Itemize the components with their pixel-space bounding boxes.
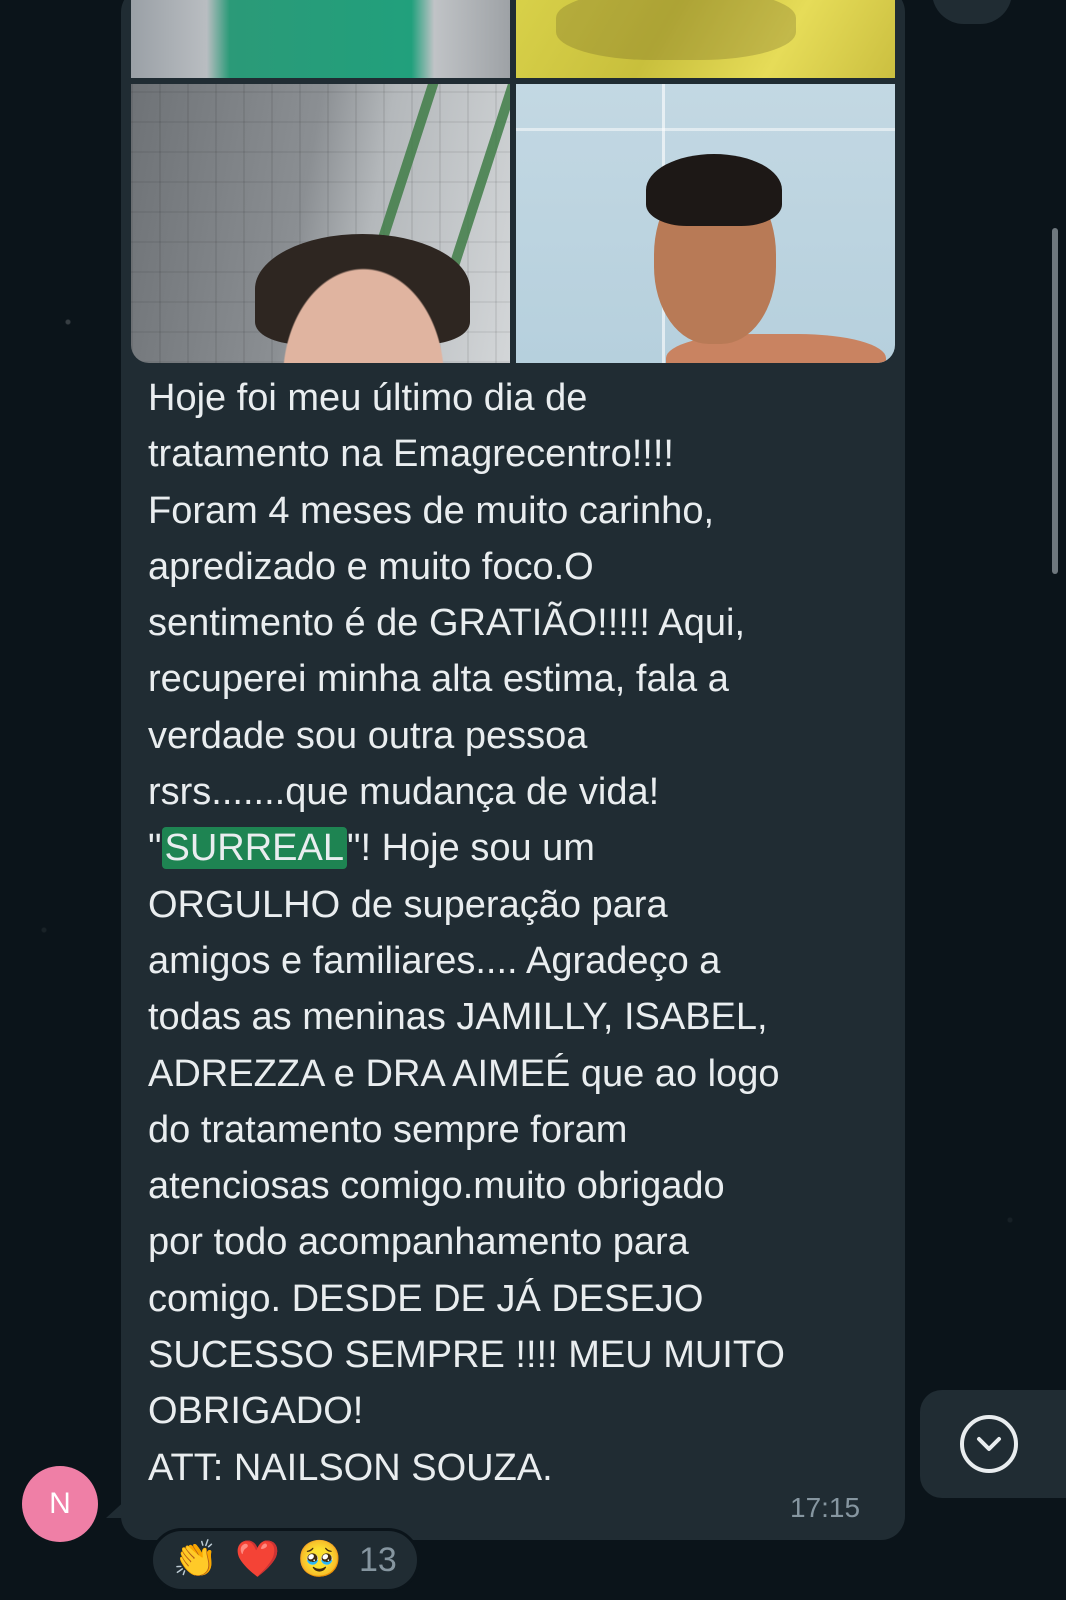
search-highlight: SURREAL	[161, 827, 347, 870]
holding-back-tears-icon: 🥹	[297, 1539, 342, 1580]
reactions-bar[interactable]: 👏 ❤️ 🥹 13	[150, 1528, 420, 1592]
message-timestamp: 17:15	[790, 1492, 861, 1523]
photo-3[interactable]	[131, 84, 510, 363]
message-text-part-1: Hoje foi meu último dia de tratamento na…	[148, 377, 746, 870]
photo-4[interactable]	[516, 84, 895, 363]
scroll-to-bottom-button[interactable]	[920, 1390, 1066, 1498]
photo-1[interactable]	[131, 0, 510, 78]
sender-avatar[interactable]: N	[22, 1466, 98, 1542]
chevron-down-circle-icon	[960, 1415, 1018, 1473]
message-text: Hoje foi meu último dia de tratamento na…	[148, 370, 888, 1496]
clapping-hands-icon: 👏	[173, 1539, 218, 1580]
red-heart-icon: ❤️	[235, 1539, 280, 1580]
photo-2[interactable]	[516, 0, 895, 78]
reaction-count: 13	[359, 1540, 397, 1579]
scrollbar[interactable]	[1052, 228, 1058, 574]
message-text-part-2: "! Hoje sou um ORGULHO de superação para…	[148, 827, 785, 1489]
photo-album[interactable]	[131, 0, 895, 363]
